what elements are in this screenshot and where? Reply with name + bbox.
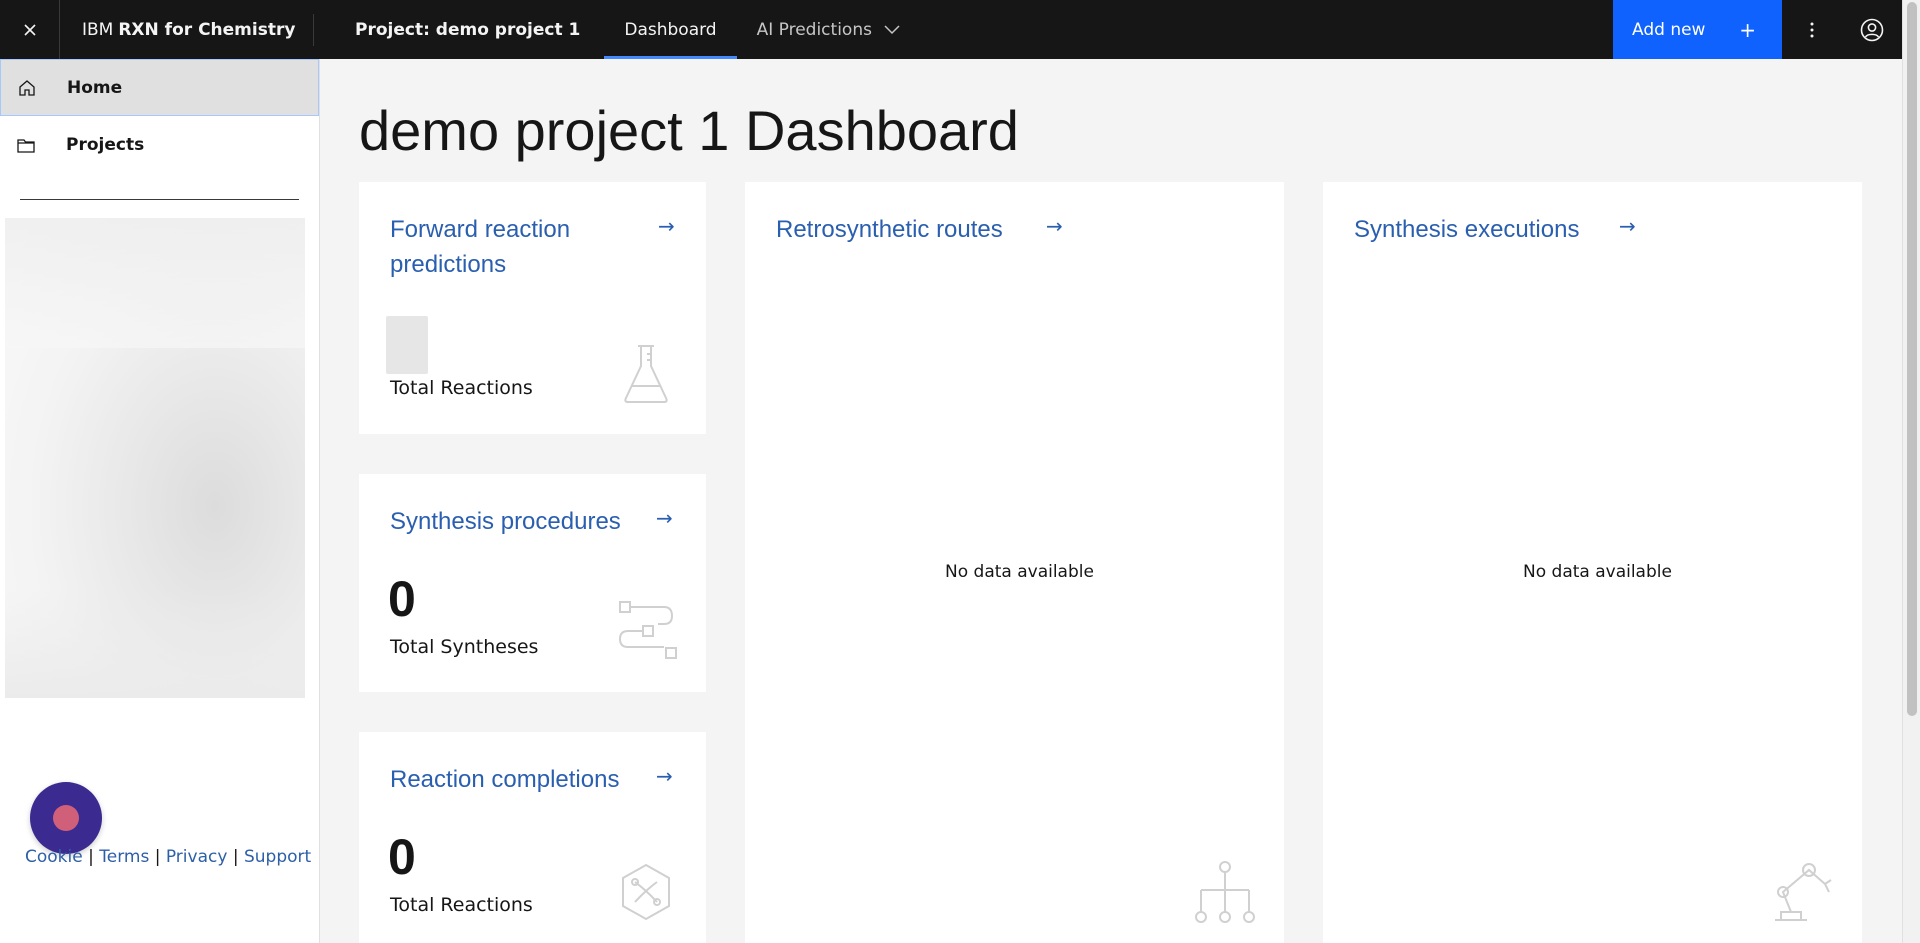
nav-ai-predictions[interactable]: AI Predictions <box>737 0 920 59</box>
add-new-label: Add new <box>1632 19 1706 40</box>
plus-icon: + <box>1739 17 1756 42</box>
sidebar-item-projects[interactable]: Projects <box>0 116 319 173</box>
brand-name: RXN for Chemistry <box>118 19 296 40</box>
chat-icon <box>53 805 79 831</box>
close-icon <box>23 23 36 36</box>
loading-placeholder <box>386 316 428 374</box>
nav-dashboard-label: Dashboard <box>624 19 717 40</box>
empty-state-text: No data available <box>945 562 1094 582</box>
card-title[interactable]: Retrosynthetic routes <box>776 212 1003 247</box>
count-label: Total Reactions <box>390 894 533 916</box>
reaction-completions-card: Reaction completions → 0 Total Reactions <box>359 732 706 943</box>
footer-links: Cookie | Terms | Privacy | Support <box>25 847 311 867</box>
page-scrollbar[interactable] <box>1902 0 1920 943</box>
synthesis-executions-card: Synthesis executions → No data available <box>1323 182 1862 943</box>
arrow-right-icon[interactable]: → <box>1046 214 1063 238</box>
workflow-icon <box>618 601 677 659</box>
home-icon <box>18 79 38 97</box>
robot-arm-icon <box>1775 863 1832 921</box>
sidebar-item-label: Projects <box>66 134 145 155</box>
synthesis-procedures-card: Synthesis procedures → 0 Total Syntheses <box>359 474 706 692</box>
brand-prefix: IBM <box>82 19 114 40</box>
user-profile-button[interactable] <box>1842 0 1902 59</box>
retrosynthetic-routes-card: Retrosynthetic routes → No data availabl… <box>745 182 1284 943</box>
sidebar-divider <box>20 199 299 200</box>
blurred-image <box>5 218 305 698</box>
synthesis-count: 0 <box>388 571 416 627</box>
card-title[interactable]: Reaction completions <box>390 762 619 797</box>
arrow-right-icon[interactable]: → <box>658 214 675 238</box>
forward-reaction-card: Forward reaction predictions → Total Rea… <box>359 182 706 434</box>
user-avatar-icon <box>1860 18 1884 41</box>
empty-state-text: No data available <box>1523 562 1672 582</box>
chat-launcher-button[interactable] <box>30 782 102 854</box>
arrow-right-icon[interactable]: → <box>656 764 673 788</box>
terms-link[interactable]: Terms <box>99 847 149 867</box>
privacy-link[interactable]: Privacy <box>166 847 228 867</box>
overflow-menu-button[interactable] <box>1782 0 1842 59</box>
close-menu-button[interactable] <box>0 0 60 59</box>
page-title: demo project 1 Dashboard <box>359 99 1019 162</box>
nav-ai-predictions-label: AI Predictions <box>756 19 872 40</box>
count-label: Total Syntheses <box>390 636 539 658</box>
chevron-down-icon <box>884 24 900 34</box>
scrollbar-thumb[interactable] <box>1907 2 1917 716</box>
footer-separator: | <box>88 847 94 867</box>
project-label[interactable]: Project: demo project 1 <box>314 0 604 59</box>
molecule-hexagon-icon <box>622 863 670 921</box>
card-title[interactable]: Synthesis procedures <box>390 504 621 539</box>
footer-separator: | <box>154 847 161 867</box>
card-title[interactable]: Forward reaction predictions <box>390 212 630 282</box>
card-title[interactable]: Synthesis executions <box>1354 212 1579 247</box>
add-new-button[interactable]: Add new + <box>1613 0 1782 59</box>
tree-diagram-icon <box>1195 861 1255 923</box>
support-link[interactable]: Support <box>244 847 311 867</box>
cookie-link[interactable]: Cookie <box>25 847 83 867</box>
sidebar-item-home[interactable]: Home <box>0 59 319 116</box>
nav-dashboard[interactable]: Dashboard <box>604 0 737 59</box>
overflow-menu-vertical-icon <box>1810 22 1814 37</box>
completions-count: 0 <box>388 829 416 885</box>
app-brand[interactable]: IBM RXN for Chemistry <box>60 0 313 59</box>
arrow-right-icon[interactable]: → <box>1619 214 1636 238</box>
folder-icon <box>17 137 37 153</box>
top-header: IBM RXN for Chemistry Project: demo proj… <box>0 0 1902 59</box>
sidebar-item-label: Home <box>67 77 123 98</box>
flask-icon <box>624 345 668 403</box>
arrow-right-icon[interactable]: → <box>656 506 673 530</box>
count-label: Total Reactions <box>390 377 533 399</box>
footer-separator: | <box>232 847 239 867</box>
